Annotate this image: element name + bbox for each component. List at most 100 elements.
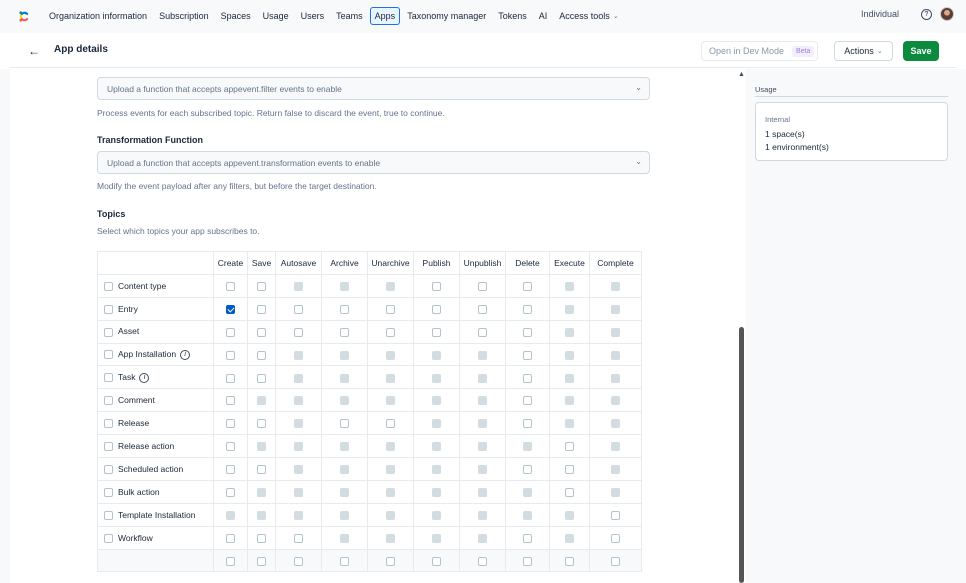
select-row-checkbox[interactable] xyxy=(104,465,113,475)
nav-item-spaces[interactable]: Spaces xyxy=(216,7,256,25)
topic-checkbox-create[interactable] xyxy=(226,304,235,314)
topic-checkbox-save[interactable] xyxy=(257,419,266,429)
topic-checkbox-save[interactable] xyxy=(257,533,266,543)
save-button[interactable]: Save xyxy=(903,41,939,61)
topic-checkbox-save[interactable] xyxy=(257,350,266,360)
topic-checkbox-publish[interactable] xyxy=(432,304,441,314)
topic-checkbox-unarchive[interactable] xyxy=(386,304,395,314)
select-column-checkbox-save[interactable] xyxy=(257,556,266,566)
select-column-checkbox-publish[interactable] xyxy=(432,556,441,566)
topic-checkbox-archive[interactable] xyxy=(340,304,349,314)
select-row-checkbox[interactable] xyxy=(104,442,113,452)
select-column-checkbox-delete[interactable] xyxy=(523,556,532,566)
topic-checkbox-delete[interactable] xyxy=(523,533,532,543)
open-dev-mode-button[interactable]: Open in Dev Mode Beta xyxy=(701,41,818,61)
topic-checkbox-unarchive[interactable] xyxy=(386,327,395,337)
topic-checkbox-execute[interactable] xyxy=(565,442,574,452)
select-row-checkbox[interactable] xyxy=(104,533,113,543)
topic-checkbox-unpublish[interactable] xyxy=(478,281,487,291)
topic-checkbox-create[interactable] xyxy=(226,327,235,337)
nav-item-access-tools[interactable]: Access tools ⌄ xyxy=(554,7,623,25)
topic-checkbox-unpublish[interactable] xyxy=(478,327,487,337)
nav-item-users[interactable]: Users xyxy=(296,7,330,25)
topic-checkbox-create[interactable] xyxy=(226,465,235,475)
select-row-checkbox[interactable] xyxy=(104,373,113,383)
topic-checkbox-unarchive[interactable] xyxy=(386,419,395,429)
info-icon[interactable]: i xyxy=(180,349,191,360)
topic-checkbox-unpublish[interactable] xyxy=(478,304,487,314)
nav-item-tokens[interactable]: Tokens xyxy=(493,7,532,25)
topic-checkbox-create[interactable] xyxy=(226,281,235,291)
topic-checkbox-delete[interactable] xyxy=(523,304,532,314)
topic-checkbox-delete[interactable] xyxy=(523,419,532,429)
select-column-checkbox-create[interactable] xyxy=(226,556,235,566)
topic-checkbox-archive[interactable] xyxy=(340,419,349,429)
select-column-checkbox-autosave[interactable] xyxy=(294,556,303,566)
table-row: Entry xyxy=(97,296,642,321)
select-column-checkbox-archive[interactable] xyxy=(340,556,349,566)
select-column-checkbox-unarchive[interactable] xyxy=(386,556,395,566)
scrollbar-thumb[interactable] xyxy=(739,327,744,583)
topic-checkbox-save[interactable] xyxy=(257,281,266,291)
select-row-checkbox[interactable] xyxy=(104,304,113,314)
select-row-checkbox[interactable] xyxy=(104,419,113,429)
topic-checkbox-create[interactable] xyxy=(226,396,235,406)
topic-checkbox-publish[interactable] xyxy=(432,327,441,337)
topic-checkbox-create[interactable] xyxy=(226,487,235,497)
help-icon[interactable]: ? xyxy=(921,8,932,20)
topic-name-cell: Bulk action xyxy=(97,479,214,504)
topic-checkbox-autosave[interactable] xyxy=(294,304,303,314)
back-arrow-icon[interactable]: ← xyxy=(28,44,40,58)
topic-checkbox-create[interactable] xyxy=(226,442,235,452)
topic-checkbox-complete[interactable] xyxy=(611,510,620,520)
org-switcher[interactable]: Individual xyxy=(861,9,899,19)
nav-item-usage[interactable]: Usage xyxy=(258,7,294,25)
nav-item-apps[interactable]: Apps xyxy=(369,7,401,25)
nav-item-taxonomy-manager[interactable]: Taxonomy manager xyxy=(402,7,491,25)
select-row-checkbox[interactable] xyxy=(104,396,113,406)
main-scrollbar[interactable]: ▲ xyxy=(737,69,746,583)
topic-checkbox-save[interactable] xyxy=(257,373,266,383)
nav-item-teams[interactable]: Teams xyxy=(331,7,368,25)
select-row-checkbox[interactable] xyxy=(104,487,113,497)
select-column-checkbox-execute[interactable] xyxy=(565,556,574,566)
transformation-function-select[interactable]: Upload a function that accepts appevent.… xyxy=(97,151,650,174)
select-row-checkbox[interactable] xyxy=(104,281,113,291)
topic-checkbox-create[interactable] xyxy=(226,373,235,383)
info-icon[interactable]: i xyxy=(139,372,150,383)
filter-function-select[interactable]: Upload a function that accepts appevent.… xyxy=(97,77,650,100)
select-row-checkbox[interactable] xyxy=(104,327,113,337)
scroll-up-arrow-icon[interactable]: ▲ xyxy=(738,71,745,78)
topic-checkbox-execute[interactable] xyxy=(565,465,574,475)
topic-checkbox-save[interactable] xyxy=(257,304,266,314)
topic-checkbox-create[interactable] xyxy=(226,419,235,429)
topic-checkbox-delete[interactable] xyxy=(523,327,532,337)
select-row-checkbox[interactable] xyxy=(104,350,113,360)
topic-checkbox-autosave[interactable] xyxy=(294,533,303,543)
topic-name: Bulk action xyxy=(118,486,160,497)
topic-checkbox-execute[interactable] xyxy=(565,487,574,497)
topic-checkbox-create[interactable] xyxy=(226,350,235,360)
nav-item-ai[interactable]: AI xyxy=(534,7,553,25)
topic-checkbox-delete[interactable] xyxy=(523,396,532,406)
topic-checkbox-archive[interactable] xyxy=(340,327,349,337)
topic-checkbox-autosave[interactable] xyxy=(294,327,303,337)
select-column-checkbox-complete[interactable] xyxy=(611,556,620,566)
nav-item-organization-information[interactable]: Organization information xyxy=(44,7,152,25)
topic-checkbox-delete[interactable] xyxy=(523,465,532,475)
actions-button[interactable]: Actions ⌄ xyxy=(834,41,893,61)
topic-checkbox-create[interactable] xyxy=(226,533,235,543)
topic-checkbox-complete[interactable] xyxy=(611,533,620,543)
topic-checkbox-publish[interactable] xyxy=(432,281,441,291)
select-column-checkbox-unpublish[interactable] xyxy=(478,556,487,566)
nav-item-subscription[interactable]: Subscription xyxy=(154,7,214,25)
topic-checkbox-delete[interactable] xyxy=(523,373,532,383)
select-row-checkbox[interactable] xyxy=(104,510,113,520)
topic-checkbox-delete[interactable] xyxy=(523,350,532,360)
contentful-logo-icon[interactable] xyxy=(17,9,32,24)
nav-item-label: Apps xyxy=(374,11,396,21)
topic-checkbox-save[interactable] xyxy=(257,465,266,475)
user-avatar[interactable] xyxy=(940,7,954,21)
topic-checkbox-save[interactable] xyxy=(257,327,266,337)
topic-checkbox-delete[interactable] xyxy=(523,281,532,291)
